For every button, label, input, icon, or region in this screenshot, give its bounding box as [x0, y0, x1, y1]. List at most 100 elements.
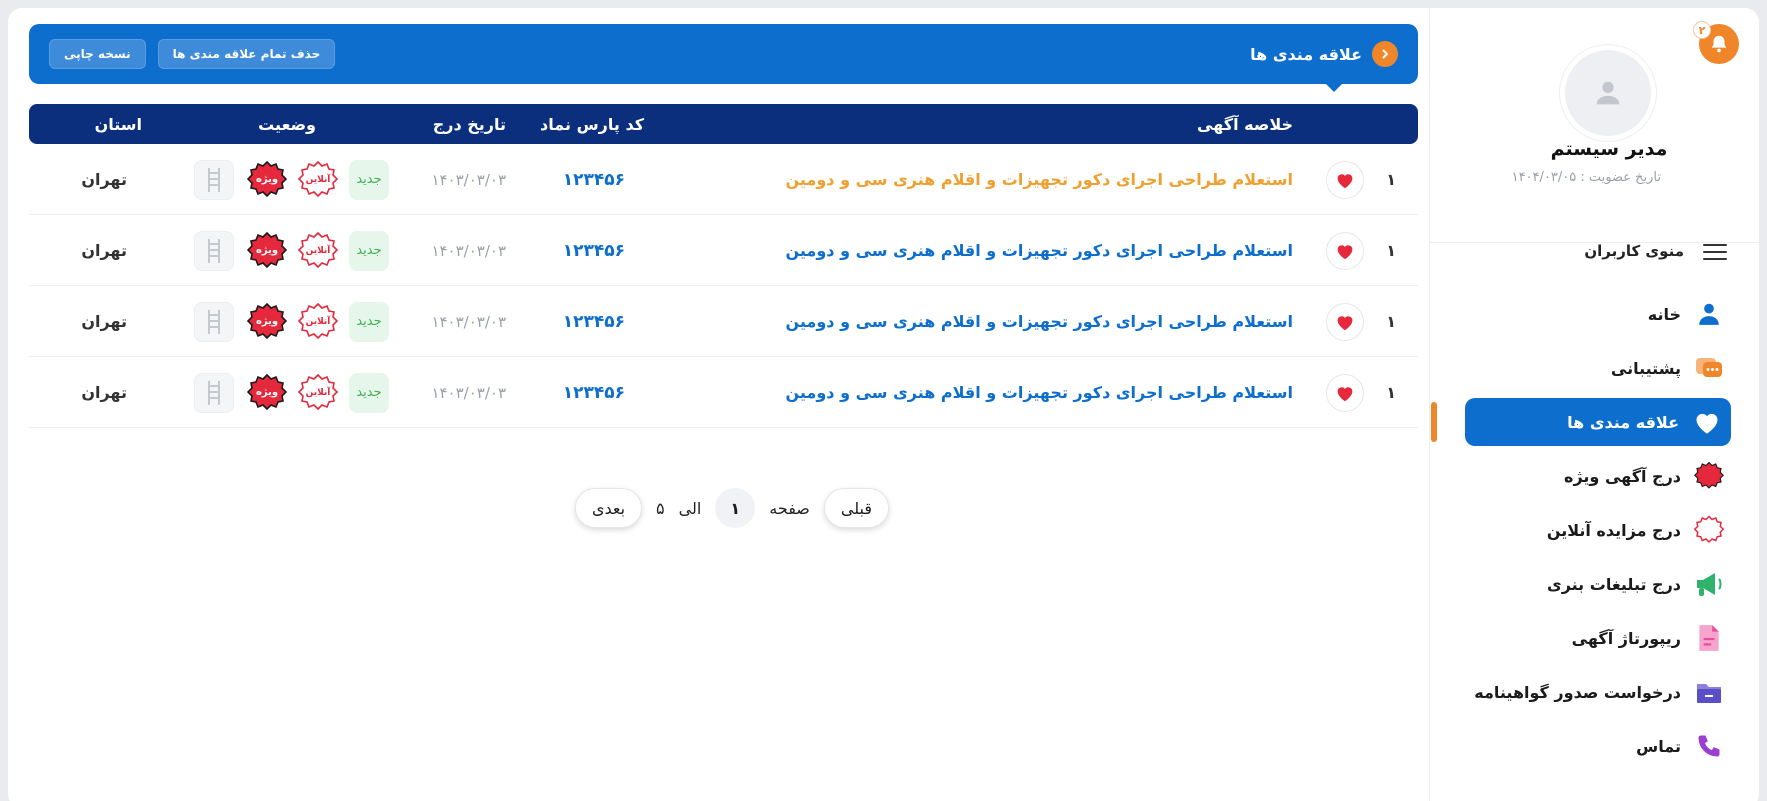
- sidebar: ۲ مدیر سیستم تاریخ عضویت : ۱۴۰۴/۰۳/۰۵ من…: [1429, 8, 1759, 801]
- pagination: قبلی صفحه ۱ الی ۵ بعدی: [574, 488, 889, 528]
- user-icon: [1693, 298, 1725, 330]
- sidebar-item-label: درج مزایده آنلاین: [1546, 520, 1681, 540]
- special-label: ویژه: [255, 316, 279, 327]
- pars-code: ۱۲۳۴۵۶: [562, 169, 625, 190]
- province: تهران: [81, 170, 127, 189]
- sidebar-item-label: ریپورتاژ آگهی: [1571, 628, 1681, 648]
- ladder-icon[interactable]: [194, 357, 234, 428]
- column-status: وضعیت: [258, 114, 316, 134]
- special-seal-icon: ویژه: [247, 144, 287, 215]
- table-header: خلاصه آگهی کد پارس نماد تاریخ درج وضعیت …: [29, 104, 1418, 144]
- avatar[interactable]: [1559, 44, 1657, 142]
- sidebar-item-banner-ads[interactable]: درج تبلیغات بنری: [1461, 560, 1727, 608]
- sidebar-item-home[interactable]: خانه: [1461, 290, 1727, 338]
- of-word: الی: [678, 498, 702, 518]
- user-name: مدیر سیستم: [1550, 138, 1668, 160]
- new-badge: جدید: [349, 215, 389, 286]
- pars-code: ۱۲۳۴۵۶: [562, 382, 625, 403]
- new-badge: جدید: [349, 144, 389, 215]
- page-word: صفحه: [769, 498, 810, 518]
- row-index: ۱: [1386, 170, 1396, 189]
- notification-bell-button[interactable]: ۲: [1693, 21, 1739, 64]
- page-header: علاقه مندی ها نسخه چاپی حذف تمام علاقه م…: [29, 24, 1418, 84]
- heart-icon: [1337, 173, 1353, 188]
- prev-page-button[interactable]: قبلی: [823, 488, 889, 528]
- ad-summary-link[interactable]: استعلام طراحی اجرای دکور تجهیزات و اقلام…: [786, 144, 1294, 215]
- special-seal-icon: ویژه: [247, 286, 287, 357]
- back-button[interactable]: [1372, 41, 1398, 67]
- sidebar-item-certificate[interactable]: درخواست صدور گواهینامه: [1461, 668, 1727, 716]
- insert-date: ۱۴۰۳/۰۳/۰۳: [431, 170, 506, 189]
- favorite-toggle-button[interactable]: [1326, 357, 1364, 428]
- current-page[interactable]: ۱: [715, 488, 756, 528]
- bell-icon: [1711, 35, 1727, 53]
- menu-title: منوی کاربران: [1584, 242, 1684, 260]
- favorite-toggle-button[interactable]: [1326, 215, 1364, 286]
- special-label: ویژه: [255, 387, 279, 398]
- column-summary: خلاصه آگهی: [1197, 114, 1293, 134]
- heart-icon: [1337, 244, 1353, 259]
- sidebar-item-special-ad[interactable]: درج آگهی ویژه: [1461, 452, 1727, 500]
- page-title: علاقه مندی ها: [1250, 44, 1362, 64]
- heart-icon: [1337, 386, 1353, 401]
- sidebar-item-label: پشتیبانی: [1610, 358, 1681, 378]
- online-label: آنلاین: [305, 245, 331, 256]
- ad-summary-link[interactable]: استعلام طراحی اجرای دکور تجهیزات و اقلام…: [786, 286, 1294, 357]
- online-seal-icon: آنلاین: [298, 215, 338, 286]
- online-seal-icon: [1693, 514, 1725, 546]
- province: تهران: [81, 383, 127, 402]
- next-page-button[interactable]: بعدی: [574, 488, 643, 528]
- user-menu: خانه پشتیبانی علاقه مندی ها درج آگهی ویژ…: [1429, 290, 1759, 776]
- ladder-icon[interactable]: [194, 144, 234, 215]
- phone-icon: [1693, 730, 1725, 762]
- pars-code: ۱۲۳۴۵۶: [562, 311, 625, 332]
- online-seal-icon: آنلاین: [298, 286, 338, 357]
- ad-summary-link[interactable]: استعلام طراحی اجرای دکور تجهیزات و اقلام…: [786, 215, 1294, 286]
- table-row[interactable]: ۱ استعلام طراحی اجرای دکور تجهیزات و اقل…: [29, 215, 1418, 286]
- table-row[interactable]: ۱ استعلام طراحی اجرای دکور تجهیزات و اقل…: [29, 286, 1418, 357]
- favorites-table: ۱ استعلام طراحی اجرای دکور تجهیزات و اقل…: [29, 144, 1418, 428]
- column-date: تاریخ درج: [432, 114, 506, 134]
- heart-icon: [1691, 406, 1723, 438]
- special-seal-icon: ویژه: [247, 215, 287, 286]
- table-row[interactable]: ۱ استعلام طراحی اجرای دکور تجهیزات و اقل…: [29, 357, 1418, 428]
- row-index: ۱: [1386, 241, 1396, 260]
- insert-date: ۱۴۰۳/۰۳/۰۳: [431, 383, 506, 402]
- sidebar-item-label: درج آگهی ویژه: [1564, 466, 1681, 486]
- province: تهران: [81, 241, 127, 260]
- sidebar-item-reportage[interactable]: ریپورتاژ آگهی: [1461, 614, 1727, 662]
- total-pages: ۵: [656, 498, 665, 518]
- table-row[interactable]: ۱ استعلام طراحی اجرای دکور تجهیزات و اقل…: [29, 144, 1418, 215]
- sidebar-item-label: تماس: [1636, 736, 1681, 756]
- ad-summary-link[interactable]: استعلام طراحی اجرای دکور تجهیزات و اقلام…: [786, 357, 1294, 428]
- sidebar-item-label: خانه: [1647, 304, 1681, 324]
- ladder-icon[interactable]: [194, 286, 234, 357]
- ladder-icon[interactable]: [194, 215, 234, 286]
- sidebar-item-online-auction[interactable]: درج مزایده آنلاین: [1461, 506, 1727, 554]
- sidebar-item-favorites[interactable]: علاقه مندی ها: [1465, 398, 1731, 446]
- print-button[interactable]: نسخه چاپی: [49, 39, 146, 69]
- special-label: ویژه: [255, 245, 279, 256]
- delete-all-favorites-button[interactable]: حذف تمام علاقه مندی ها: [157, 39, 336, 69]
- online-label: آنلاین: [305, 316, 331, 327]
- row-index: ۱: [1386, 383, 1396, 402]
- sidebar-item-contact[interactable]: تماس: [1461, 722, 1727, 770]
- document-icon: [1693, 622, 1725, 654]
- chat-icon: [1693, 352, 1725, 384]
- hamburger-icon[interactable]: [1703, 244, 1727, 260]
- favorite-toggle-button[interactable]: [1326, 286, 1364, 357]
- folder-icon: [1693, 676, 1725, 708]
- online-label: آنلاین: [305, 387, 331, 398]
- sidebar-item-label: علاقه مندی ها: [1567, 412, 1679, 432]
- pars-code: ۱۲۳۴۵۶: [562, 240, 625, 261]
- chevron-right-icon: [1382, 49, 1389, 59]
- special-seal-icon: ویژه: [247, 357, 287, 428]
- sidebar-item-label: درج تبلیغات بنری: [1547, 574, 1681, 594]
- special-seal-icon: [1693, 460, 1725, 492]
- member-since: تاریخ عضویت : ۱۴۰۴/۰۳/۰۵: [1511, 170, 1661, 185]
- favorite-toggle-button[interactable]: [1326, 144, 1364, 215]
- sidebar-item-support[interactable]: پشتیبانی: [1461, 344, 1727, 392]
- new-badge: جدید: [349, 286, 389, 357]
- user-placeholder-icon: [1596, 81, 1620, 105]
- megaphone-icon: [1693, 568, 1725, 600]
